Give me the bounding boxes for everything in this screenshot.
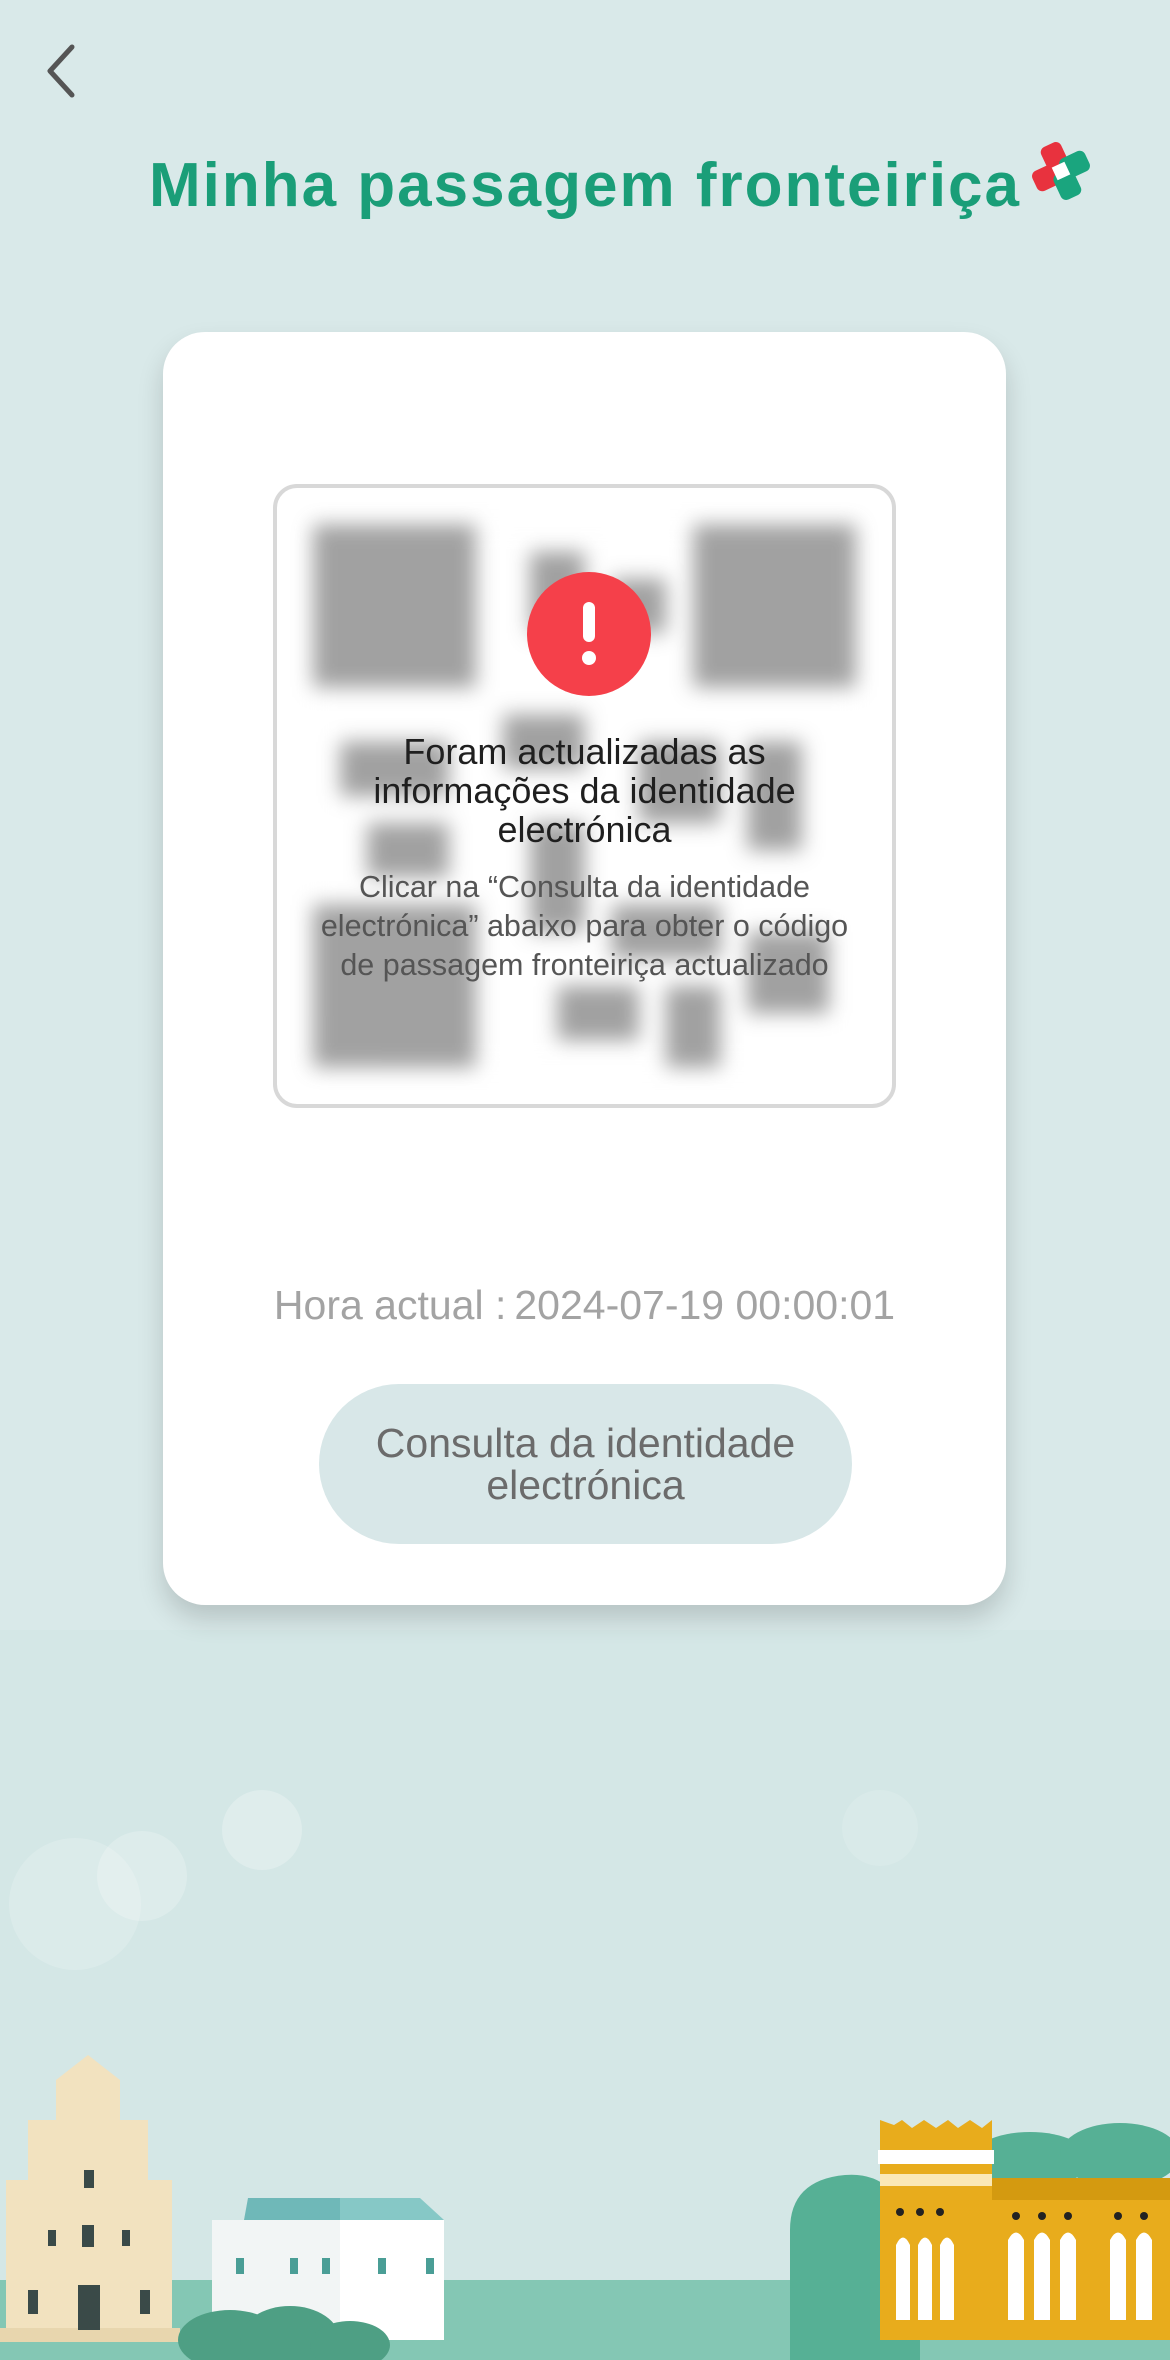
back-button[interactable] bbox=[30, 36, 90, 106]
macau-landmarks-illustration bbox=[0, 1790, 1170, 2360]
current-time-label: Hora actual : bbox=[273, 1282, 507, 1328]
consult-e-id-button[interactable]: Consulta da identidade electrónica bbox=[319, 1384, 852, 1544]
alert-description: Clicar na “Consulta da identidade electr… bbox=[320, 870, 849, 982]
border-pass-card: Foram actualizadas as informações da ide… bbox=[163, 332, 1006, 1605]
current-time-value: 2024-07-19 00:00:01 bbox=[514, 1282, 896, 1328]
qr-code-frame: Foram actualizadas as informações da ide… bbox=[273, 484, 896, 1108]
current-time: Hora actual :2024-07-19 00:00:01 bbox=[163, 1282, 1006, 1329]
exclamation-circle-icon bbox=[527, 572, 651, 696]
page-title: Minha passagem fronteiriça bbox=[148, 151, 1022, 220]
chevron-left-icon bbox=[47, 44, 75, 98]
cross-logo-icon bbox=[1032, 142, 1090, 200]
alert-title: Foram actualizadas as informações da ide… bbox=[373, 731, 796, 850]
